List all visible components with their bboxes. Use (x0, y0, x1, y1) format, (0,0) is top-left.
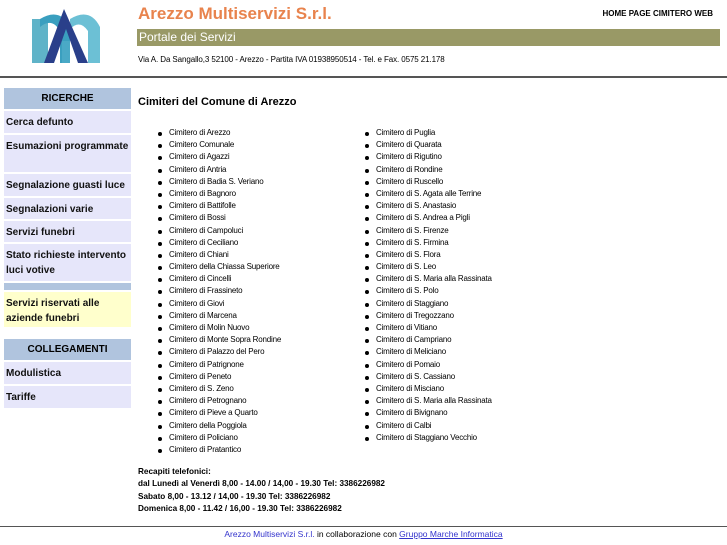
contacts-heading: Recapiti telefonici: (138, 467, 211, 476)
cemetery-list-item: Cimitero di Frassineto (158, 285, 281, 297)
cemetery-list-item: Cimitero di Bivignano (365, 407, 492, 419)
cemetery-list-item: Cimitero di Policiano (158, 432, 281, 444)
cemetery-list-item: Cimitero di Battifolle (158, 200, 281, 212)
cemetery-list-item: Cimitero di S. Zeno (158, 383, 281, 395)
cemetery-list-item: Cimitero di Cincelli (158, 273, 281, 285)
cemetery-list-item: Cimitero di Pomaio (365, 359, 492, 371)
contacts-saturday: Sabato 8,00 - 13.12 / 14,00 - 19.30 Tel:… (138, 491, 331, 501)
cemetery-list-item: Cimitero di Agazzi (158, 151, 281, 163)
sidebar-item-segnalazioni-varie[interactable]: Segnalazioni varie (4, 198, 131, 219)
cemetery-list-item: Cimitero di Campoluci (158, 225, 281, 237)
cemetery-list-item: Cimitero di Chiani (158, 249, 281, 261)
cemetery-list-item: Cimitero di Palazzo del Pero (158, 346, 281, 358)
cemetery-list-item: Cimitero di Campriano (365, 334, 492, 346)
cemetery-list-item: Cimitero di Rigutino (365, 151, 492, 163)
cemetery-list-item: Cimitero di S. Firenze (365, 225, 492, 237)
company-address: Via A. Da Sangallo,3 52100 - Arezzo - Pa… (138, 55, 445, 64)
sidebar-link-tariffe[interactable]: Tariffe (4, 386, 131, 408)
footer-text: in collaborazione con (314, 529, 400, 539)
contacts-sunday: Domenica 8,00 - 11.42 / 16,00 - 19.30 Te… (138, 503, 342, 513)
cemetery-list-item: Cimitero di Arezzo (158, 127, 281, 139)
cemetery-list-item: Cimitero di Rondine (365, 164, 492, 176)
cemetery-list-item: Cimitero della Poggiola (158, 420, 281, 432)
sidebar-link-modulistica[interactable]: Modulistica (4, 362, 131, 384)
cemetery-list-item: Cimitero di Antria (158, 164, 281, 176)
cemetery-list-item: Cimitero di S. Polo (365, 285, 492, 297)
cemetery-list-item: Cimitero di Ruscello (365, 176, 492, 188)
sidebar-item-esumazioni[interactable]: Esumazioni programmate (4, 135, 131, 172)
company-title: Arezzo Multiservizi S.r.l. (138, 4, 332, 23)
cemetery-list-left: Cimitero di Arezzo Cimitero Comunale Cimit… (158, 127, 281, 456)
footer-partner-link[interactable]: Gruppo Marche Informatica (399, 529, 502, 539)
page-title: Cimiteri del Comune di Arezzo (138, 96, 297, 108)
sidebar-item-guasti-luce[interactable]: Segnalazione guasti luce (4, 174, 131, 196)
cemetery-list-item: Cimitero di Marcena (158, 310, 281, 322)
sidebar-separator (4, 283, 131, 290)
cemetery-list-item: Cimitero di S. Andrea a Pigli (365, 212, 492, 224)
cemetery-list-item: Cimitero di Bossi (158, 212, 281, 224)
footer: Arezzo Multiservizi S.r.l. in collaboraz… (0, 529, 727, 539)
cemetery-list-item: Cimitero di Misciano (365, 383, 492, 395)
contact-info: Recapiti telefonici: dal Lunedì al Vener… (138, 466, 385, 515)
cemetery-list-item: Cimitero di Pieve a Quarto (158, 407, 281, 419)
header-divider (0, 76, 727, 78)
cemetery-list-item: Cimitero Comunale (158, 139, 281, 151)
contacts-weekday: dal Lunedì al Venerdì 8,00 - 14.00 / 14,… (138, 479, 385, 489)
home-page-link[interactable]: HOME PAGE CIMITERO WEB (602, 9, 713, 18)
cemetery-list-item: Cimitero di Quarata (365, 139, 492, 151)
cemetery-list-item: Cimitero di Puglia (365, 127, 492, 139)
cemetery-list-item: Cimitero di Staggiano (365, 298, 492, 310)
cemetery-list-item: Cimitero di Patrignone (158, 359, 281, 371)
cemetery-list-item: Cimitero di S. Leo (365, 261, 492, 273)
company-logo (30, 7, 102, 65)
footer-divider (0, 526, 727, 527)
cemetery-list-item: Cimitero della Chiassa Superiore (158, 261, 281, 273)
cemetery-list-item: Cimitero di Pratantico (158, 444, 281, 456)
cemetery-list-right: Cimitero di Puglia Cimitero di Quarata Cim… (365, 127, 492, 444)
cemetery-list-item: Cimitero di Peneto (158, 371, 281, 383)
cemetery-list-item: Cimitero di Tregozzano (365, 310, 492, 322)
ricerche-header: RICERCHE (4, 88, 131, 109)
cemetery-list-item: Cimitero di Calbi (365, 420, 492, 432)
cemetery-list-item: Cimitero di Giovi (158, 298, 281, 310)
cemetery-list-item: Cimitero di Badia S. Veriano (158, 176, 281, 188)
sidebar-item-stato-richieste[interactable]: Stato richieste intervento luci votive (4, 244, 131, 281)
sidebar-item-servizi-funebri[interactable]: Servizi funebri (4, 221, 131, 242)
cemetery-list-item: Cimitero di Petrognano (158, 395, 281, 407)
cemetery-list-item: Cimitero di Bagnoro (158, 188, 281, 200)
cemetery-list-item: Cimitero di Ceciliano (158, 237, 281, 249)
cemetery-list-item: Cimitero di Vitiano (365, 322, 492, 334)
cemetery-list-item: Cimitero di S. Maria alla Rassinata (365, 273, 492, 285)
cemetery-list-item: Cimitero di Meliciano (365, 346, 492, 358)
cemetery-list-item: Cimitero di S. Maria alla Rassinata (365, 395, 492, 407)
cemetery-list-item: Cimitero di S. Firmina (365, 237, 492, 249)
cemetery-list-item: Cimitero di S. Cassiano (365, 371, 492, 383)
portal-subtitle-bar: Portale dei Servizi (137, 29, 720, 46)
cemetery-list-item: Cimitero di S. Anastasio (365, 200, 492, 212)
cemetery-list-item: Cimitero di S. Agata alle Terrine (365, 188, 492, 200)
cemetery-list-item: Cimitero di S. Flora (365, 249, 492, 261)
cemetery-list-item: Cimitero di Monte Sopra Rondine (158, 334, 281, 346)
cemetery-list-item: Cimitero di Staggiano Vecchio (365, 432, 492, 444)
collegamenti-header: COLLEGAMENTI (4, 339, 131, 360)
cemetery-list-item: Cimitero di Molin Nuovo (158, 322, 281, 334)
footer-company-link[interactable]: Arezzo Multiservizi S.r.l. (224, 529, 314, 539)
sidebar-item-cerca-defunto[interactable]: Cerca defunto (4, 111, 131, 133)
sidebar-item-servizi-riservati[interactable]: Servizi riservati alle aziende funebri (4, 292, 131, 327)
